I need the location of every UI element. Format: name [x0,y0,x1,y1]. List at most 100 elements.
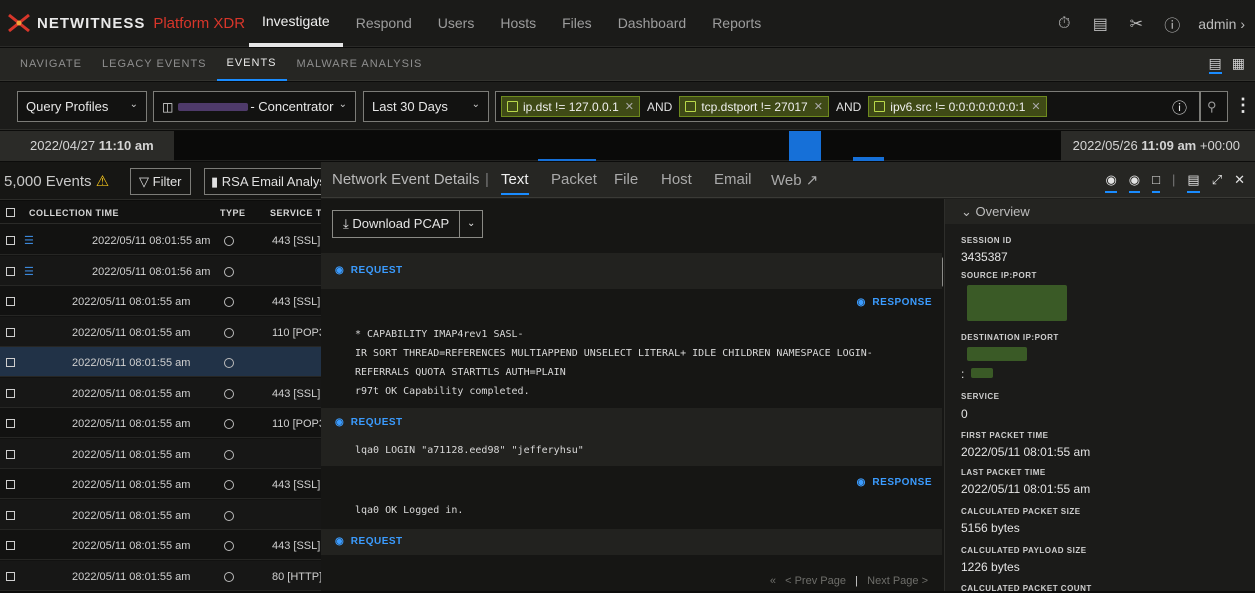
tab-packet[interactable]: Packet [551,171,597,188]
network-type-icon [224,571,234,582]
query-filters-input[interactable]: ip.dst != 127.0.0.1 ✕ AND tcp.dstport != … [495,91,1200,122]
table-row[interactable]: ☰ 2022/05/11 08:01:56 am [0,255,321,286]
nav-files[interactable]: Files [549,0,605,47]
request-label: REQUEST [350,265,403,276]
service-suffix: - Concentrator [250,99,334,114]
filter-pill[interactable]: ip.dst != 127.0.0.1 ✕ [501,96,640,117]
table-row[interactable]: 2022/05/11 08:01:55 am [0,438,321,469]
database-icon: ◫ [162,99,174,114]
tab-file[interactable]: File [614,171,638,188]
column-header-service[interactable]: SERVICE TY [270,208,328,218]
split-view-icon[interactable]: ▤ [1187,172,1200,193]
close-icon[interactable]: ✕ [1234,172,1245,193]
row-checkbox[interactable] [6,449,15,459]
table-row[interactable]: 2022/05/11 08:01:55 am 110 [POP3 [0,316,325,347]
filter-pill[interactable]: tcp.dstport != 27017 ✕ [679,96,829,117]
row-checkbox[interactable] [6,571,15,581]
report-icon[interactable]: ▤ [1082,14,1118,34]
row-checkbox[interactable] [6,297,15,306]
chart-toggle-icon[interactable]: ▤ [1208,55,1222,74]
table-row[interactable]: 2022/05/11 08:01:55 am [0,347,321,377]
more-options-icon[interactable]: ⋮ [1234,95,1252,116]
prev-page-link[interactable]: < Prev Page [785,575,846,587]
tab-web-label: Web [771,172,802,189]
brand-logo[interactable]: NETWITNESS Platform XDR [7,13,245,33]
expand-icon[interactable]: ⤢ [1212,172,1222,193]
query-profiles-select[interactable]: Query Profiles ⌄ [17,91,147,122]
download-pcap-button[interactable]: ⤓ Download PCAP [333,211,461,237]
info-icon[interactable]: ⓘ [1172,97,1187,118]
row-checkbox[interactable] [6,236,15,245]
timeline[interactable]: 2022/04/27 11:10 am 2022/05/26 11:09 am … [0,131,1255,161]
stack-icon[interactable]: ☰ [24,234,34,247]
select-all-checkbox[interactable] [6,208,15,217]
column-header-collection-time[interactable]: COLLECTION TIME [29,208,119,218]
time-range-select[interactable]: Last 30 Days ⌄ [363,91,489,122]
brand-product: Platform XDR [153,14,246,32]
tab-host[interactable]: Host [661,171,692,188]
next-page-link[interactable]: Next Page > [867,575,928,587]
subnav-navigate[interactable]: NAVIGATE [10,48,92,81]
search-button[interactable]: ⚲ [1200,91,1228,122]
column-header-type[interactable]: TYPE [220,208,246,218]
table-row[interactable]: 2022/05/11 08:01:55 am 80 [HTTP] [0,560,322,591]
tab-email[interactable]: Email [714,171,752,188]
timer-icon[interactable]: ⏱ [1046,15,1082,33]
filter-pill[interactable]: ipv6.src != 0:0:0:0:0:0:0:1 ✕ [868,96,1047,117]
table-row[interactable]: 2022/05/11 08:01:55 am 110 [POP3 [0,408,325,438]
row-checkbox[interactable] [6,266,15,276]
row-checkbox[interactable] [6,510,15,520]
collection-time: 2022/05/11 08:01:55 am [72,418,191,430]
close-icon[interactable]: ✕ [1031,100,1040,113]
download-options-button[interactable]: ⌄ [460,211,482,237]
nav-investigate[interactable]: Investigate [249,0,343,47]
warning-icon[interactable]: ⚠ [96,173,109,190]
user-menu[interactable]: admin › [1190,16,1255,32]
subnav-legacy-events[interactable]: LEGACY EVENTS [92,48,217,81]
table-row[interactable]: 2022/05/11 08:01:55 am 443 [SSL] [0,469,321,499]
subnav-malware-analysis[interactable]: MALWARE ANALYSIS [287,48,433,81]
tools-icon[interactable]: ✂ [1118,14,1154,34]
close-icon[interactable]: ✕ [814,100,823,113]
nav-dashboard[interactable]: Dashboard [605,0,700,47]
row-checkbox[interactable] [6,388,15,398]
row-checkbox[interactable] [6,327,15,337]
nav-reports[interactable]: Reports [699,0,774,47]
destination-ip-label: DESTINATION IP:PORT [961,333,1059,342]
row-checkbox[interactable] [6,358,15,367]
stack-icon[interactable]: ☰ [24,265,34,278]
row-checkbox[interactable] [6,419,15,428]
row-checkbox[interactable] [6,541,15,550]
first-page-icon[interactable]: « [770,575,776,587]
tab-text[interactable]: Text [501,171,529,195]
filter-button[interactable]: ▽ Filter [130,168,191,195]
top-navigation: NETWITNESS Platform XDR Investigate Resp… [0,0,1255,47]
tab-web[interactable]: Web ↗ [771,171,818,189]
nav-users[interactable]: Users [425,0,488,47]
column-group-select[interactable]: ▮ RSA Email Analysis [204,168,321,195]
subnav-events[interactable]: EVENTS [216,48,287,81]
overview-header[interactable]: ⌄ Overview [945,199,1255,224]
list-view-icon[interactable]: ▦ [1232,55,1245,74]
collection-time: 2022/05/11 08:01:55 am [72,570,191,583]
close-icon[interactable]: ✕ [625,100,634,113]
collection-time: 2022/05/11 08:01:55 am [72,540,191,552]
help-icon[interactable]: ⓘ [1154,12,1190,36]
text-reconstruction-pane: ⤓ Download PCAP ⌄ ◉ REQUEST ◉ RESPONSE *… [321,199,944,591]
details-tabs: Network Event Details | Text Packet File… [321,162,1255,198]
response-toggle-icon[interactable]: ◉ [1128,172,1141,193]
nav-respond[interactable]: Respond [343,0,425,47]
network-type-icon [224,419,234,429]
table-row[interactable]: 2022/05/11 08:01:55 am 443 [SSL] [0,377,321,408]
service-select[interactable]: ◫ - Concentrator ⌄ [153,91,356,122]
chevron-down-icon: ⌄ [129,99,138,110]
request-toggle-icon[interactable]: ◉ [1105,172,1117,193]
row-checkbox[interactable] [6,480,15,489]
table-row[interactable]: 2022/05/11 08:01:55 am 443 [SSL] [0,530,321,560]
table-row[interactable]: 2022/05/11 08:01:55 am [0,499,321,530]
table-row[interactable]: ☰ 2022/05/11 08:01:55 am 443 [SSL] [0,225,321,255]
table-row[interactable]: 2022/05/11 08:01:55 am 443 [SSL] [0,286,321,316]
nav-hosts[interactable]: Hosts [487,0,549,47]
timeline-end-date: 2022/05/26 [1072,138,1138,153]
panel-layout-icon[interactable]: □ [1152,172,1160,193]
